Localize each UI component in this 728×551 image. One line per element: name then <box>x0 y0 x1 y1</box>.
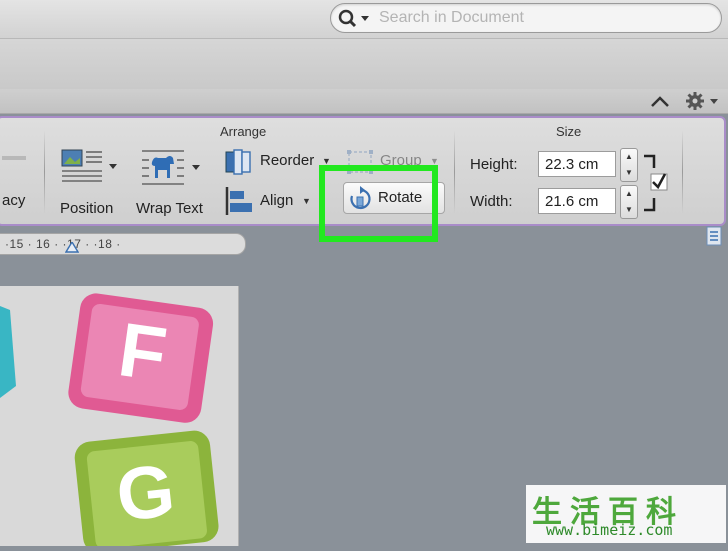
align-icon <box>225 187 252 215</box>
width-increment-icon[interactable]: ▲ <box>621 186 637 202</box>
group-separator <box>44 130 45 214</box>
position-label: Position <box>60 200 114 217</box>
reorder-icon <box>225 149 251 175</box>
align-button[interactable]: Align ▼ <box>224 186 314 216</box>
watermark-url: www.bimeiz.com <box>546 521 673 539</box>
width-label: Width: <box>470 193 513 210</box>
group-separator <box>454 130 455 214</box>
align-label: Align <box>260 192 294 209</box>
tile-letter-g: G <box>113 448 179 537</box>
search-icon <box>338 9 369 28</box>
ribbon-tab-strip <box>0 89 728 114</box>
watermark: 生活百科 www.bimeiz.com <box>526 485 726 543</box>
toolbar-strip <box>0 39 728 89</box>
height-stepper[interactable]: ▲ ▼ <box>620 148 638 182</box>
position-button[interactable]: Position <box>56 144 126 222</box>
wrap-text-label: Wrap Text <box>136 200 203 217</box>
width-input[interactable]: 21.6 cm <box>538 188 616 214</box>
search-field[interactable] <box>330 3 722 33</box>
lock-aspect-ratio-checkbox[interactable] <box>642 154 668 212</box>
rotate-highlight-box <box>319 165 438 242</box>
scroll-split-handle[interactable] <box>706 226 722 246</box>
document-page[interactable]: F G <box>0 286 239 551</box>
collapse-ribbon-button[interactable] <box>648 92 672 112</box>
align-dropdown-caret: ▼ <box>302 196 311 206</box>
letter-blocks-image[interactable]: F G <box>0 286 238 551</box>
arrange-group-title: Arrange <box>220 124 267 139</box>
width-decrement-icon[interactable]: ▼ <box>621 202 637 218</box>
ribbon-settings-button[interactable] <box>684 91 722 111</box>
reorder-label: Reorder <box>260 152 315 169</box>
wrap-text-icon <box>142 150 200 185</box>
search-options-button[interactable] <box>337 8 373 28</box>
search-input[interactable] <box>379 7 709 29</box>
size-group-title: Size <box>556 124 582 139</box>
wrap-text-button[interactable]: Wrap Text <box>134 144 214 222</box>
height-input[interactable]: 22.3 cm <box>538 151 616 177</box>
height-label: Height: <box>470 156 518 173</box>
horizontal-ruler[interactable]: ·15 · 16 · ·17 · ·18 · <box>0 233 246 255</box>
height-decrement-icon[interactable]: ▼ <box>621 165 637 181</box>
title-bar <box>0 0 728 39</box>
position-icon <box>61 149 117 182</box>
split-handle-icon <box>706 226 722 246</box>
group-separator <box>682 130 683 214</box>
ruler-marks: ·15 · 16 · ·17 · ·18 · <box>5 237 121 251</box>
gear-icon <box>686 92 718 110</box>
chevron-up-icon <box>651 96 669 107</box>
lock-aspect-icon <box>644 154 668 212</box>
transparency-label-fragment: acy <box>2 192 26 209</box>
width-stepper[interactable]: ▲ ▼ <box>620 185 638 219</box>
transparency-slider-fragment <box>2 156 26 160</box>
indent-marker-icon[interactable] <box>65 242 79 254</box>
height-increment-icon[interactable]: ▲ <box>621 149 637 165</box>
